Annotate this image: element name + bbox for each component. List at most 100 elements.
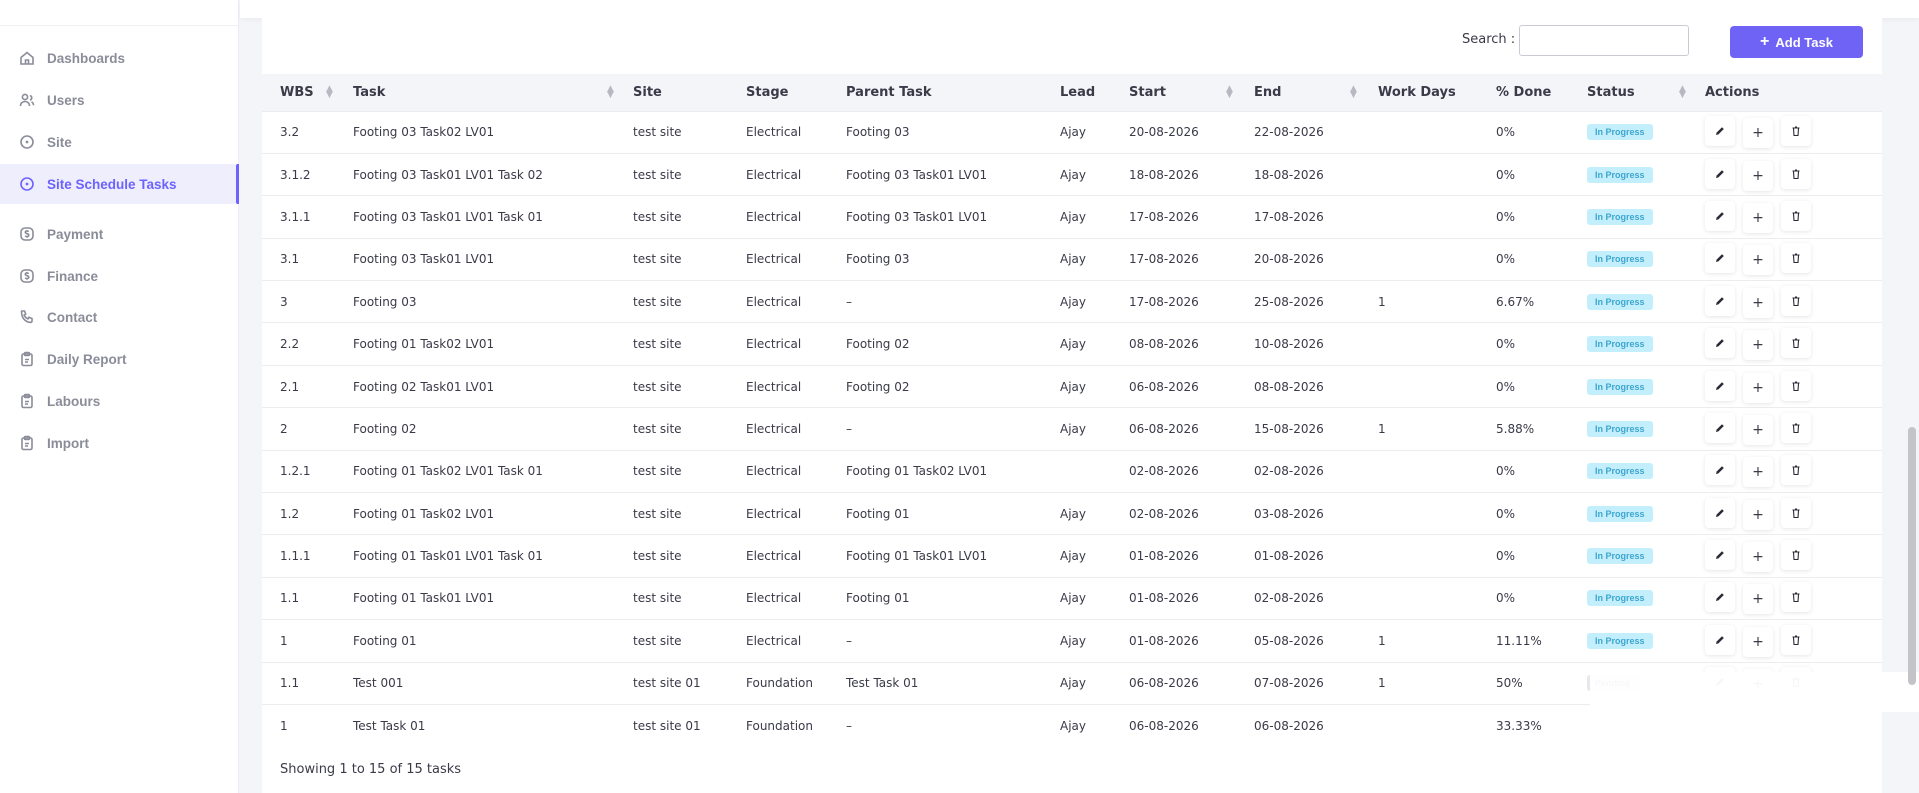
cell-wbs: 1.1	[262, 661, 353, 705]
col-header-wbs[interactable]: WBS ▲ ▼	[262, 74, 353, 111]
edit-button[interactable]	[1705, 497, 1735, 528]
cell-lead: Ajay	[1060, 110, 1129, 154]
delete-button[interactable]	[1781, 412, 1811, 443]
sidebar-item-daily-report[interactable]: Daily Report	[0, 339, 239, 379]
add-subtask-button[interactable]: +	[1743, 626, 1773, 657]
sidebar-item-site[interactable]: Site	[0, 122, 239, 162]
col-header-lead[interactable]: Lead	[1060, 74, 1129, 111]
add-subtask-button[interactable]: +	[1743, 414, 1773, 445]
circle-icon	[18, 133, 36, 151]
delete-button[interactable]	[1781, 497, 1811, 528]
cell-lead: Ajay	[1060, 703, 1129, 747]
sidebar-item-users[interactable]: Users	[0, 80, 239, 120]
col-header-site[interactable]: Site	[633, 74, 746, 111]
col-header-end[interactable]: End ▲ ▼	[1254, 74, 1378, 111]
add-task-button[interactable]: + Add Task	[1730, 26, 1863, 58]
add-subtask-button[interactable]: +	[1743, 160, 1773, 191]
delete-button[interactable]	[1781, 243, 1811, 274]
col-header-stage[interactable]: Stage	[746, 74, 846, 111]
search-input[interactable]	[1519, 25, 1689, 56]
sidebar-item-payment[interactable]: Payment	[0, 214, 239, 254]
cell-end: 06-08-2026	[1254, 703, 1378, 747]
add-subtask-button[interactable]: +	[1743, 372, 1773, 403]
edit-button[interactable]	[1705, 412, 1735, 443]
sidebar-item-site-schedule-tasks[interactable]: Site Schedule Tasks	[0, 164, 239, 204]
add-subtask-button[interactable]: +	[1743, 499, 1773, 530]
add-subtask-button[interactable]: +	[1743, 330, 1773, 361]
trash-icon	[1792, 423, 1800, 433]
sidebar-item-label: Dashboards	[47, 50, 126, 66]
sidebar-item-dashboards[interactable]: Dashboards	[0, 38, 239, 78]
trash-icon	[1792, 126, 1800, 137]
cell-actions: +	[1705, 280, 1882, 323]
cell-workdays	[1378, 322, 1496, 366]
col-header-task[interactable]: Task ▲ ▼	[353, 74, 633, 111]
add-subtask-button[interactable]: +	[1743, 542, 1773, 573]
cell-start: 01-08-2026	[1129, 619, 1254, 663]
cell-done: 0%	[1496, 534, 1587, 578]
delete-button[interactable]	[1781, 116, 1811, 147]
delete-button[interactable]	[1781, 624, 1811, 655]
edit-button[interactable]	[1705, 582, 1735, 613]
delete-button[interactable]	[1781, 328, 1811, 359]
add-subtask-button[interactable]: +	[1743, 457, 1773, 488]
col-header-parent-task[interactable]: Parent Task	[846, 74, 1060, 111]
add-subtask-button[interactable]: +	[1743, 118, 1773, 149]
edit-button[interactable]	[1705, 540, 1735, 571]
delete-button[interactable]	[1781, 370, 1811, 401]
delete-button[interactable]	[1781, 158, 1811, 189]
sidebar-item-finance[interactable]: Finance	[0, 256, 239, 296]
edit-button[interactable]	[1705, 285, 1735, 316]
page-scrollbar[interactable]	[1908, 427, 1916, 685]
sidebar-item-import[interactable]: Import	[0, 423, 239, 463]
edit-button[interactable]	[1705, 158, 1735, 189]
sidebar-item-label: Payment	[47, 226, 104, 242]
delete-button[interactable]	[1781, 200, 1811, 231]
edit-button[interactable]	[1705, 116, 1735, 147]
cell-end: 02-08-2026	[1254, 576, 1378, 620]
trash-icon	[1792, 338, 1800, 349]
edit-button[interactable]	[1705, 328, 1735, 359]
add-subtask-button[interactable]: +	[1743, 287, 1773, 318]
cell-workdays: 1	[1378, 407, 1496, 451]
cell-start: 17-08-2026	[1129, 280, 1254, 323]
sidebar-item-contact[interactable]: Contact	[0, 297, 239, 337]
status-badge: In Progress	[1587, 166, 1653, 183]
sidebar-item-labours[interactable]: Labours	[0, 381, 239, 421]
edit-button[interactable]	[1705, 370, 1735, 401]
cell-wbs: 1.2	[262, 492, 353, 535]
cell-end: 03-08-2026	[1254, 492, 1378, 535]
delete-button[interactable]	[1781, 540, 1811, 571]
cell-actions: +	[1705, 534, 1882, 578]
table-row: 1.2 Footing 01 Task02 LV01 test site Electr…	[262, 492, 1882, 535]
status-badge: In Progress	[1587, 420, 1653, 437]
col-header-task-label: Task	[353, 84, 386, 100]
col-header-done[interactable]: % Done	[1496, 74, 1587, 111]
plus-icon: +	[1752, 167, 1764, 184]
cell-stage: Electrical	[746, 534, 846, 578]
col-header-end-label: End	[1254, 84, 1282, 100]
col-header-status[interactable]: Status ▲ ▼	[1587, 74, 1705, 111]
cell-site: test site	[633, 407, 746, 451]
col-header-start[interactable]: Start ▲ ▼	[1129, 74, 1254, 111]
cell-start: 06-08-2026	[1129, 407, 1254, 451]
cell-start: 08-08-2026	[1129, 322, 1254, 366]
delete-button[interactable]	[1781, 582, 1811, 613]
edit-button[interactable]	[1705, 455, 1735, 486]
add-subtask-button[interactable]: +	[1743, 245, 1773, 276]
delete-button[interactable]	[1781, 285, 1811, 316]
edit-button[interactable]	[1705, 624, 1735, 655]
col-header-work-days[interactable]: Work Days	[1378, 74, 1496, 111]
add-subtask-button[interactable]: +	[1743, 584, 1773, 615]
edit-button[interactable]	[1705, 243, 1735, 274]
cell-site: test site	[633, 237, 746, 281]
sidebar-item-label: Contact	[47, 309, 98, 325]
edit-button[interactable]	[1705, 200, 1735, 231]
delete-button[interactable]	[1781, 455, 1811, 486]
add-subtask-button[interactable]: +	[1743, 202, 1773, 233]
col-header-actions: Actions	[1705, 74, 1882, 111]
table-row: 2.1 Footing 02 Task01 LV01 test site Electr…	[262, 364, 1882, 408]
cell-site: test site	[633, 322, 746, 366]
status-badge: In Progress	[1587, 505, 1653, 522]
table-row: 2 Footing 02 test site Electrical – Ajay 06-08…	[262, 407, 1882, 451]
